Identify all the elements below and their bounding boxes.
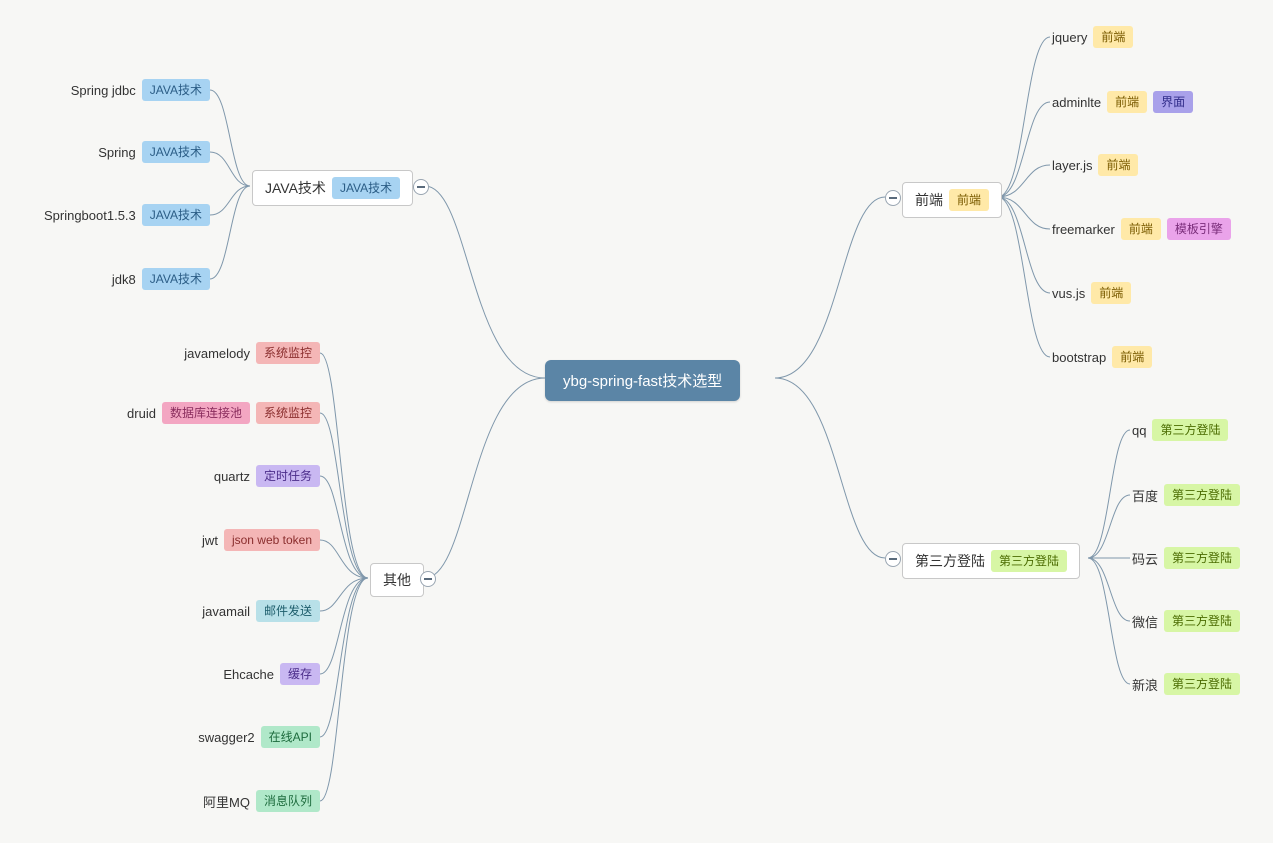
- leaf-oauth-4[interactable]: 新浪 第三方登陆: [1132, 673, 1240, 695]
- branch-oauth-tag: 第三方登陆: [991, 550, 1067, 572]
- leaf-front-2[interactable]: layer.js 前端: [1052, 154, 1138, 176]
- leaf-java-0[interactable]: Spring jdbc JAVA技术: [71, 79, 210, 101]
- collapse-toggle[interactable]: [413, 179, 429, 195]
- leaf-label: Spring: [98, 145, 136, 160]
- leaf-label: 码云: [1132, 549, 1158, 568]
- leaf-label: jwt: [202, 533, 218, 548]
- branch-front[interactable]: 前端 前端: [902, 182, 1002, 218]
- leaf-tag: 前端: [1107, 91, 1147, 113]
- branch-java[interactable]: JAVA技术 JAVA技术: [252, 170, 413, 206]
- leaf-tag: 缓存: [280, 663, 320, 685]
- leaf-java-1[interactable]: Spring JAVA技术: [98, 141, 210, 163]
- leaf-label: jdk8: [112, 272, 136, 287]
- leaf-oauth-2[interactable]: 码云 第三方登陆: [1132, 547, 1240, 569]
- leaf-label: 百度: [1132, 486, 1158, 505]
- root-label: ybg-spring-fast技术选型: [563, 373, 722, 390]
- leaf-tag: 定时任务: [256, 465, 320, 487]
- leaf-label: 微信: [1132, 612, 1158, 631]
- leaf-tag: 在线API: [261, 726, 320, 748]
- branch-java-tag: JAVA技术: [332, 177, 400, 199]
- root-node[interactable]: ybg-spring-fast技术选型: [545, 360, 740, 401]
- leaf-tag: 第三方登陆: [1164, 673, 1240, 695]
- leaf-tag: 第三方登陆: [1152, 419, 1228, 441]
- leaf-tag: 前端: [1121, 218, 1161, 240]
- leaf-other-6[interactable]: swagger2 在线API: [198, 726, 320, 748]
- leaf-tag: JAVA技术: [142, 268, 210, 290]
- leaf-tag: JAVA技术: [142, 204, 210, 226]
- leaf-front-5[interactable]: bootstrap 前端: [1052, 346, 1152, 368]
- leaf-tag: 第三方登陆: [1164, 484, 1240, 506]
- mindmap-canvas: { "root": { "label": "ybg-spring-fast技术选…: [0, 0, 1273, 843]
- leaf-tag: 界面: [1153, 91, 1193, 113]
- leaf-tag: 邮件发送: [256, 600, 320, 622]
- collapse-toggle[interactable]: [885, 190, 901, 206]
- leaf-tag: 系统监控: [256, 402, 320, 424]
- branch-oauth-label: 第三方登陆: [915, 551, 985, 571]
- leaf-label: Ehcache: [223, 667, 274, 682]
- leaf-oauth-3[interactable]: 微信 第三方登陆: [1132, 610, 1240, 632]
- leaf-front-4[interactable]: vus.js 前端: [1052, 282, 1131, 304]
- leaf-label: freemarker: [1052, 222, 1115, 237]
- leaf-oauth-1[interactable]: 百度 第三方登陆: [1132, 484, 1240, 506]
- leaf-tag: JAVA技术: [142, 79, 210, 101]
- leaf-front-3[interactable]: freemarker 前端 模板引擎: [1052, 218, 1231, 240]
- leaf-tag: 第三方登陆: [1164, 610, 1240, 632]
- branch-other[interactable]: 其他: [370, 563, 424, 597]
- leaf-java-2[interactable]: Springboot1.5.3 JAVA技术: [44, 204, 210, 226]
- leaf-label: bootstrap: [1052, 350, 1106, 365]
- leaf-tag: JAVA技术: [142, 141, 210, 163]
- leaf-tag: 前端: [1093, 26, 1133, 48]
- leaf-label: qq: [1132, 423, 1146, 438]
- leaf-other-7[interactable]: 阿里MQ 消息队列: [203, 790, 320, 812]
- leaf-label: 阿里MQ: [203, 792, 250, 811]
- leaf-label: Springboot1.5.3: [44, 208, 136, 223]
- leaf-label: Spring jdbc: [71, 83, 136, 98]
- leaf-other-0[interactable]: javamelody 系统监控: [184, 342, 320, 364]
- collapse-toggle[interactable]: [420, 571, 436, 587]
- leaf-label: adminlte: [1052, 95, 1101, 110]
- leaf-java-3[interactable]: jdk8 JAVA技术: [112, 268, 210, 290]
- branch-oauth[interactable]: 第三方登陆 第三方登陆: [902, 543, 1080, 579]
- leaf-label: druid: [127, 406, 156, 421]
- leaf-other-4[interactable]: javamail 邮件发送: [202, 600, 320, 622]
- leaf-label: layer.js: [1052, 158, 1092, 173]
- leaf-tag: 前端: [1098, 154, 1138, 176]
- leaf-tag: 消息队列: [256, 790, 320, 812]
- leaf-tag: 前端: [1112, 346, 1152, 368]
- branch-java-label: JAVA技术: [265, 178, 326, 198]
- leaf-label: vus.js: [1052, 286, 1085, 301]
- leaf-label: 新浪: [1132, 675, 1158, 694]
- leaf-tag: json web token: [224, 529, 320, 551]
- leaf-other-1[interactable]: druid 数据库连接池 系统监控: [127, 402, 320, 424]
- leaf-tag: 第三方登陆: [1164, 547, 1240, 569]
- leaf-front-1[interactable]: adminlte 前端 界面: [1052, 91, 1193, 113]
- branch-front-tag: 前端: [949, 189, 989, 211]
- branch-other-label: 其他: [383, 570, 411, 590]
- leaf-tag: 系统监控: [256, 342, 320, 364]
- branch-front-label: 前端: [915, 190, 943, 210]
- leaf-tag: 数据库连接池: [162, 402, 250, 424]
- leaf-front-0[interactable]: jquery 前端: [1052, 26, 1133, 48]
- leaf-tag: 前端: [1091, 282, 1131, 304]
- leaf-tag: 模板引擎: [1167, 218, 1231, 240]
- collapse-toggle[interactable]: [885, 551, 901, 567]
- leaf-label: jquery: [1052, 30, 1087, 45]
- leaf-label: javamail: [202, 604, 250, 619]
- leaf-label: swagger2: [198, 730, 254, 745]
- leaf-label: javamelody: [184, 346, 250, 361]
- leaf-other-3[interactable]: jwt json web token: [202, 529, 320, 551]
- leaf-other-2[interactable]: quartz 定时任务: [214, 465, 320, 487]
- leaf-oauth-0[interactable]: qq 第三方登陆: [1132, 419, 1228, 441]
- leaf-label: quartz: [214, 469, 250, 484]
- leaf-other-5[interactable]: Ehcache 缓存: [223, 663, 320, 685]
